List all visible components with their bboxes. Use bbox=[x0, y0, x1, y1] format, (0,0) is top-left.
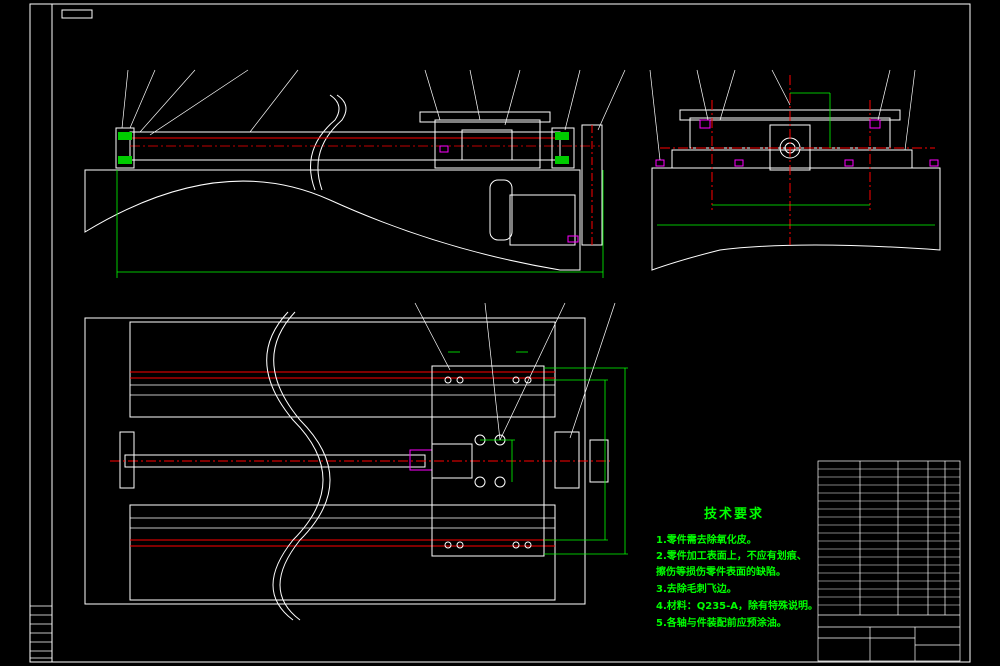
drawing-frame bbox=[29, 3, 971, 663]
side-view bbox=[649, 69, 941, 271]
cad-drawing-canvas bbox=[29, 3, 971, 663]
top-view bbox=[84, 302, 628, 621]
title-block-rows bbox=[818, 468, 960, 606]
front-view bbox=[84, 69, 626, 278]
title-block bbox=[817, 460, 961, 662]
margin-stamp bbox=[29, 605, 53, 659]
